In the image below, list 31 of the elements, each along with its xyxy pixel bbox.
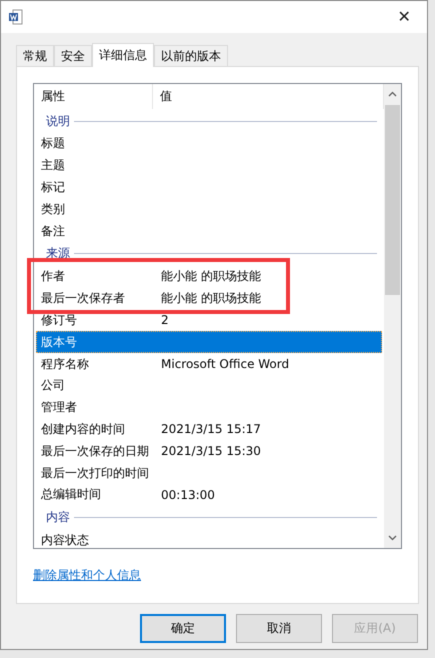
- property-row[interactable]: 管理者: [36, 396, 382, 419]
- property-row[interactable]: 版本号: [36, 331, 382, 354]
- column-header[interactable]: 属性: [34, 84, 153, 109]
- property-row[interactable]: 创建内容的时间 2021/3/15 15:17: [36, 418, 382, 440]
- property-row[interactable]: 最后一次保存者 能小能 的职场技能: [36, 288, 382, 310]
- group-heading: 说明: [46, 112, 70, 130]
- tab[interactable]: 常规: [16, 45, 54, 66]
- property-row[interactable]: 标题: [36, 133, 382, 155]
- property-row[interactable]: 主题: [36, 154, 382, 177]
- dialog-button[interactable]: 确定: [140, 614, 226, 643]
- tab[interactable]: 以前的版本: [154, 45, 228, 66]
- property-row[interactable]: 总编辑时间 00:13:00: [36, 484, 382, 506]
- property-row[interactable]: 内容状态: [36, 530, 382, 548]
- property-row[interactable]: 最后一次打印的时间: [36, 462, 382, 484]
- property-row[interactable]: 标记: [36, 176, 382, 198]
- property-row[interactable]: 类别: [36, 198, 382, 220]
- property-row[interactable]: 程序名称 Microsoft Office Word: [36, 353, 382, 375]
- group-heading: 来源: [46, 245, 70, 262]
- property-row[interactable]: 备注: [36, 220, 382, 242]
- remove-properties-link[interactable]: 删除属性和个人信息: [33, 567, 141, 584]
- scrollbar[interactable]: [384, 84, 401, 548]
- property-row[interactable]: 作者 能小能 的职场技能: [36, 266, 382, 288]
- tab[interactable]: 详细信息: [92, 43, 154, 67]
- property-row[interactable]: 修订号 2: [36, 310, 382, 332]
- document-icon: [9, 9, 23, 25]
- group-heading: 内容: [46, 509, 70, 526]
- close-button[interactable]: ✕: [389, 3, 419, 31]
- dialog-button[interactable]: 取消: [236, 614, 322, 643]
- property-row[interactable]: 最后一次保存的日期 2021/3/15 15:30: [36, 440, 382, 462]
- property-row[interactable]: 公司: [36, 374, 382, 397]
- tab[interactable]: 安全: [54, 45, 92, 66]
